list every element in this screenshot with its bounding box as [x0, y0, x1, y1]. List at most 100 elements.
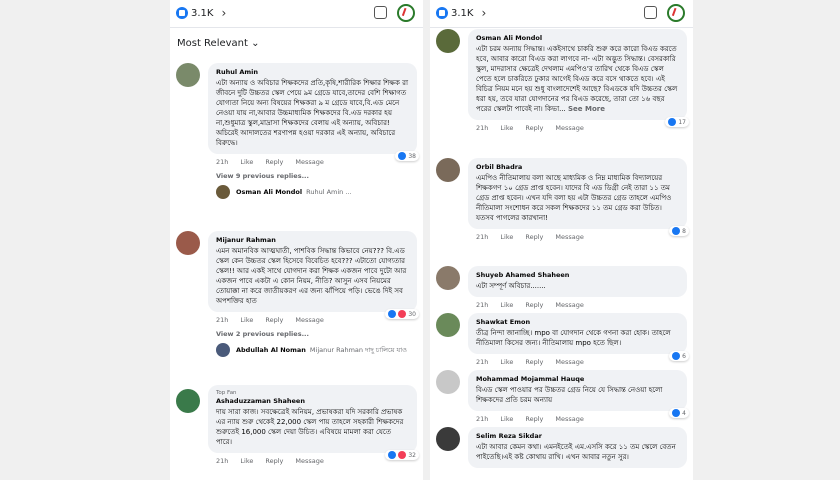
timestamp[interactable]: 21h: [216, 158, 228, 166]
comment-bubble: Shawkat Emon তীব্র নিন্দা জানাচ্ছি। mpo …: [468, 313, 689, 361]
like-button[interactable]: Like: [240, 158, 253, 166]
like-button[interactable]: Like: [500, 301, 513, 309]
like-button[interactable]: Like: [500, 124, 513, 132]
reply-preview[interactable]: Abdullah Al Noman Mijanur Rahman দাদু চা…: [216, 343, 417, 357]
like-icon: [672, 352, 681, 360]
commenter-name[interactable]: Shawkat Emon: [476, 318, 679, 326]
commenter-name[interactable]: Ashaduzzaman Shaheen: [216, 397, 409, 405]
timestamp[interactable]: 21h: [216, 316, 228, 324]
commenter-name[interactable]: Selim Reza Sikdar: [476, 432, 679, 440]
reaction-badge[interactable]: 32: [385, 450, 419, 460]
comment-bubble: Osman Ali Mondol এটা চরম অন্যায় সিদ্ধান…: [468, 29, 689, 127]
reaction-badge[interactable]: 17: [665, 117, 689, 127]
commenter-name[interactable]: Mohammad Mojammal Hauqe: [476, 375, 679, 383]
avatar[interactable]: [216, 185, 230, 199]
message-button[interactable]: Message: [295, 457, 324, 465]
like-icon: [668, 118, 677, 126]
reply-snippet: Ruhul Amin ...: [306, 188, 352, 196]
comment: Shuyeb Ahamed Shaheen এটা সম্পূর্ণ অবিচা…: [436, 266, 687, 309]
timestamp[interactable]: 21h: [476, 124, 488, 132]
reply-button[interactable]: Reply: [525, 301, 543, 309]
comment-bubble: Selim Reza Sikdar এটা আবার কেমন কথা। এমন…: [468, 427, 687, 468]
avatar[interactable]: [176, 231, 200, 255]
comment: Mohammad Mojammal Hauqe বিএড স্কেল পাওয়…: [436, 370, 689, 423]
sort-dropdown[interactable]: Most Relevant ⌄: [170, 28, 423, 56]
like-count[interactable]: 3.1K ›: [436, 6, 486, 20]
message-button[interactable]: Message: [555, 124, 584, 132]
timestamp[interactable]: 21h: [476, 415, 488, 423]
reply-button[interactable]: Reply: [525, 233, 543, 241]
avatar[interactable]: [436, 158, 460, 182]
avatar[interactable]: [176, 389, 200, 413]
avatar[interactable]: [436, 370, 460, 394]
avatar[interactable]: [216, 343, 230, 357]
like-button[interactable]: Like: [500, 415, 513, 423]
like-count[interactable]: 3.1K ›: [176, 6, 226, 20]
like-button[interactable]: Like: [500, 358, 513, 366]
reply-preview[interactable]: Osman Ali Mondol Ruhul Amin ...: [216, 185, 417, 199]
avatar[interactable]: [436, 313, 460, 337]
reply-button[interactable]: Reply: [525, 124, 543, 132]
reaction-badge[interactable]: 38: [395, 151, 419, 161]
avatar[interactable]: [436, 29, 460, 53]
like-button[interactable]: Like: [240, 457, 253, 465]
see-more-link[interactable]: See More: [568, 105, 605, 113]
reaction-badge[interactable]: 4: [669, 408, 689, 418]
reply-author[interactable]: Abdullah Al Noman: [236, 346, 306, 354]
chevron-right-icon[interactable]: ›: [221, 6, 226, 20]
timestamp[interactable]: 21h: [476, 301, 488, 309]
like-outline-icon[interactable]: [374, 6, 387, 19]
page-logo-icon[interactable]: [397, 4, 415, 22]
message-button[interactable]: Message: [555, 233, 584, 241]
avatar[interactable]: [436, 427, 460, 451]
comment-text: এমন অমানবিক আত্মঘাতী, পাশবিক সিদ্ধান্ত ক…: [216, 247, 407, 305]
chevron-down-icon: ⌄: [251, 38, 260, 49]
comment-text: দায় সারা কাজ। সবক্ষেত্রেই অনিয়ম, প্রভা…: [216, 408, 404, 446]
like-button[interactable]: Like: [240, 316, 253, 324]
message-button[interactable]: Message: [555, 301, 584, 309]
timestamp[interactable]: 21h: [476, 233, 488, 241]
comment: Mijanur Rahman এমন অমানবিক আত্মঘাতী, পাশ…: [176, 231, 419, 357]
message-button[interactable]: Message: [555, 415, 584, 423]
commenter-name[interactable]: Mijanur Rahman: [216, 236, 409, 244]
comment-text: এটা সম্পূর্ণ অবিচার.......: [476, 282, 546, 290]
top-fan-badge: Top Fan: [216, 390, 237, 396]
commenter-name[interactable]: Osman Ali Mondol: [476, 34, 679, 42]
like-outline-icon[interactable]: [644, 6, 657, 19]
reactions-bar: 3.1K ›: [430, 0, 693, 28]
reply-button[interactable]: Reply: [265, 158, 283, 166]
reply-author[interactable]: Osman Ali Mondol: [236, 188, 302, 196]
reply-button[interactable]: Reply: [525, 358, 543, 366]
timestamp[interactable]: 21h: [476, 358, 488, 366]
like-icon: [436, 7, 448, 19]
avatar[interactable]: [436, 266, 460, 290]
commenter-name[interactable]: Shuyeb Ahamed Shaheen: [476, 271, 679, 279]
reply-button[interactable]: Reply: [265, 316, 283, 324]
comment-bubble: Ruhul Amin এটা অন্যায় ও অবিচার শিক্ষকদে…: [208, 63, 419, 161]
reaction-badge[interactable]: 30: [385, 309, 419, 319]
reply-button[interactable]: Reply: [265, 457, 283, 465]
commenter-name[interactable]: Ruhul Amin: [216, 68, 409, 76]
message-button[interactable]: Message: [555, 358, 584, 366]
chevron-right-icon[interactable]: ›: [481, 6, 486, 20]
commenter-name[interactable]: Orbil Bhadra: [476, 163, 679, 171]
timestamp[interactable]: 21h: [216, 457, 228, 465]
comment-text: তীব্র নিন্দা জানাচ্ছি। mpo বা যোগদান থেক…: [476, 329, 671, 347]
avatar[interactable]: [176, 63, 200, 87]
comment-text: এটা আবার কেমন কথা। এমনইতেই এম.এসসি করে ১…: [476, 443, 676, 461]
reaction-badge[interactable]: 8: [669, 226, 689, 236]
message-button[interactable]: Message: [295, 158, 324, 166]
like-icon: [672, 227, 681, 235]
like-button[interactable]: Like: [500, 233, 513, 241]
message-button[interactable]: Message: [295, 316, 324, 324]
comment-text: এমপিও নীতিমালায় বলা আছে মাধ্যমিক ও নিম্…: [476, 174, 672, 222]
reaction-badge[interactable]: 6: [669, 351, 689, 361]
comment-text: এটা অন্যায় ও অবিচার শিক্ষকদের প্রতি,কৃষ…: [216, 79, 408, 147]
reply-button[interactable]: Reply: [525, 415, 543, 423]
page-logo-icon[interactable]: [667, 4, 685, 22]
view-replies-link[interactable]: View 9 previous replies...: [216, 172, 417, 180]
comment: Ruhul Amin এটা অন্যায় ও অবিচার শিক্ষকদে…: [176, 63, 419, 199]
view-replies-link[interactable]: View 2 previous replies...: [216, 330, 417, 338]
comment-bubble: Mijanur Rahman এমন অমানবিক আত্মঘাতী, পাশ…: [208, 231, 419, 319]
comment-actions: 21h Like Reply Message: [216, 158, 417, 166]
